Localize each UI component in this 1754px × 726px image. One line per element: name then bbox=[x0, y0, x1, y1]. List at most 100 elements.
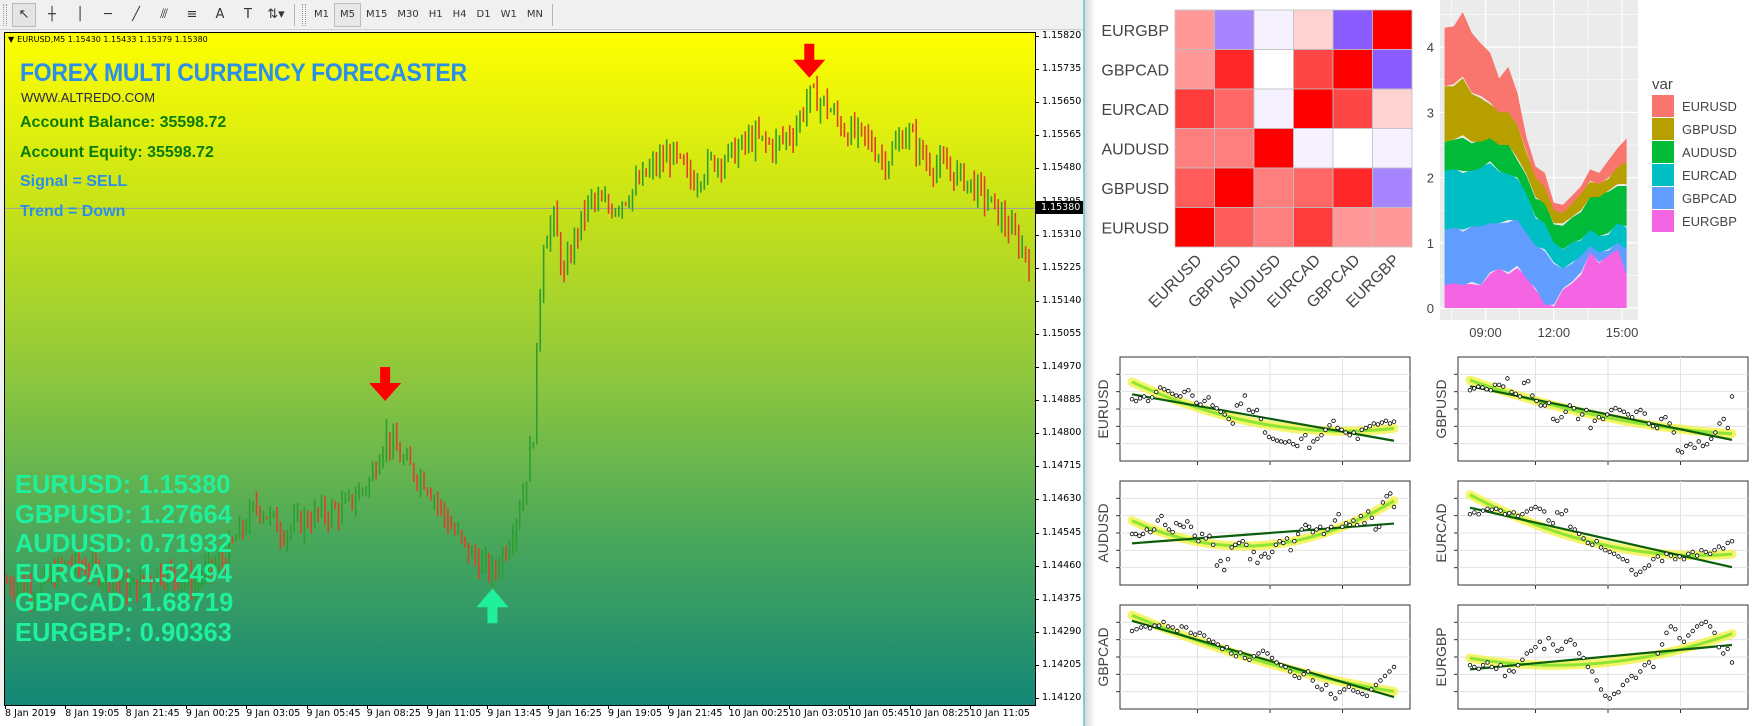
scatter-point bbox=[1472, 664, 1477, 670]
timeframe-w1-button[interactable]: W1 bbox=[496, 3, 522, 27]
scatter-point bbox=[1220, 646, 1225, 652]
scatter-point bbox=[1251, 654, 1257, 659]
vertical-line-tool-button[interactable]: │ bbox=[68, 3, 92, 27]
heatmap-cell bbox=[1174, 88, 1215, 129]
scatter-point bbox=[1174, 520, 1179, 526]
time-tick: 9 Jan 08:25 bbox=[366, 705, 421, 719]
scatter-point bbox=[1281, 540, 1286, 546]
scatter-point bbox=[1144, 527, 1149, 532]
scatter-point bbox=[1133, 531, 1138, 537]
fibonacci-tool-button[interactable]: ≡ bbox=[180, 3, 204, 27]
scatter-point bbox=[1480, 663, 1486, 668]
crosshair-tool-button[interactable]: ┼ bbox=[40, 3, 64, 27]
price-tick: 1.14970 bbox=[1036, 361, 1081, 372]
cursor-arrow-tool-button[interactable]: ↖ bbox=[12, 2, 36, 27]
price-chart[interactable]: ▼ EURUSD,M5 1.15430 1.15433 1.15379 1.15… bbox=[4, 32, 1036, 706]
scatter-point bbox=[1576, 651, 1582, 656]
arrows-menu-tool-button[interactable]: ⇅▾ bbox=[264, 3, 288, 27]
scatter-point bbox=[1287, 669, 1293, 674]
collapse-triangle-icon[interactable]: ▼ bbox=[8, 35, 14, 44]
scatter-point bbox=[1266, 434, 1272, 440]
scatter-point bbox=[1301, 672, 1306, 677]
price-tick-label: 1.14630 bbox=[1042, 493, 1082, 505]
scatter-point bbox=[1659, 642, 1665, 647]
scatter-point bbox=[1270, 549, 1275, 555]
scatter-point bbox=[1214, 563, 1220, 568]
scatter-point bbox=[1229, 545, 1234, 550]
scatter-point bbox=[1633, 675, 1639, 680]
price-tick: 1.14460 bbox=[1036, 560, 1081, 571]
scatter-point bbox=[1360, 691, 1365, 697]
signal-status: Signal = SELL bbox=[20, 173, 128, 190]
scatter-y-label: GBPUSD bbox=[1433, 379, 1449, 438]
timeframe-m30-button[interactable]: M30 bbox=[392, 3, 423, 27]
time-axis[interactable]: 8 Jan 2019 8 Jan 19:05 8 Jan 21:45 9 Jan 00… bbox=[0, 705, 1083, 726]
symbol-ohlc: EURUSD,M5 1.15430 1.15433 1.15379 1.1538… bbox=[17, 35, 208, 44]
scatter-point bbox=[1505, 376, 1510, 381]
scatter-point bbox=[1729, 660, 1735, 665]
rate-gbpusd: GBPUSD: 1.27664 bbox=[15, 500, 232, 529]
time-tick: 9 Jan 21:45 bbox=[668, 705, 723, 719]
scatter-point bbox=[1377, 524, 1382, 529]
scatter-point bbox=[1675, 448, 1681, 453]
scatter-point bbox=[1471, 386, 1477, 391]
scatter-point bbox=[1215, 642, 1221, 647]
scatter-point bbox=[1325, 527, 1330, 532]
scatter-point bbox=[1299, 527, 1304, 532]
scatter-point bbox=[1686, 633, 1691, 638]
scatter-point bbox=[1238, 650, 1243, 655]
scatter-point bbox=[1592, 418, 1597, 423]
equidistant-channel-tool-button[interactable]: ⫻ bbox=[152, 3, 176, 27]
scatter-panel-eurcad: EURCAD bbox=[1433, 480, 1749, 589]
scatter-point bbox=[1242, 393, 1248, 398]
scatter-point bbox=[1384, 493, 1389, 499]
scatter-point bbox=[1178, 394, 1183, 399]
timeframe-m15-button[interactable]: M15 bbox=[361, 3, 392, 27]
scatter-point bbox=[1224, 645, 1230, 650]
scatter-point bbox=[1250, 409, 1256, 414]
scatter-point bbox=[1346, 684, 1352, 689]
scatter-point bbox=[1707, 624, 1713, 629]
trendline-tool-button[interactable]: ╱ bbox=[124, 3, 148, 27]
scatter-point bbox=[1709, 436, 1714, 441]
scatter-point bbox=[1489, 507, 1495, 512]
timeframe-d1-button[interactable]: D1 bbox=[472, 3, 496, 27]
scatter-point bbox=[1520, 511, 1525, 517]
scatter-point bbox=[1134, 627, 1139, 632]
price-tick: 1.14630 bbox=[1036, 493, 1081, 504]
horizontal-line-tool-button[interactable]: ─ bbox=[96, 3, 120, 27]
scatter-point bbox=[1694, 553, 1700, 558]
scatter-point bbox=[1343, 520, 1349, 526]
toolbar-grip[interactable] bbox=[302, 3, 306, 26]
scatter-point bbox=[1511, 669, 1516, 674]
timeframe-mn-button[interactable]: MN bbox=[522, 3, 548, 27]
scatter-point bbox=[1517, 394, 1523, 399]
timeframe-h1-button[interactable]: H1 bbox=[424, 3, 448, 27]
fibonacci-icon: ≡ bbox=[186, 7, 198, 22]
heatmap-cell bbox=[1174, 49, 1215, 90]
legend-label: AUDUSD bbox=[1682, 145, 1737, 160]
heatmap-cell bbox=[1214, 207, 1255, 248]
scatter-point bbox=[1488, 388, 1493, 393]
text-label-tool-button[interactable]: T bbox=[236, 3, 260, 27]
scatter-point bbox=[1546, 636, 1551, 641]
timeframe-m5-button[interactable]: M5 bbox=[334, 2, 361, 27]
price-axis[interactable]: 1.15820 1.15735 1.15650 1.15565 1.15480 1.153… bbox=[1036, 30, 1083, 706]
scatter-point bbox=[1194, 400, 1199, 405]
scatter-point bbox=[1485, 506, 1490, 511]
text-tool-button[interactable]: A bbox=[208, 3, 232, 27]
timeframe-h4-button[interactable]: H4 bbox=[448, 3, 472, 27]
scatter-point bbox=[1546, 518, 1551, 523]
scatter-point bbox=[1686, 551, 1691, 556]
scatter-point bbox=[1188, 524, 1194, 529]
scatter-point bbox=[1699, 621, 1704, 626]
scatter-point bbox=[1133, 398, 1139, 404]
toolbar-grip[interactable] bbox=[3, 3, 7, 26]
scatter-point bbox=[1489, 664, 1495, 670]
legend-swatch bbox=[1652, 187, 1674, 209]
timeframe-m1-button[interactable]: M1 bbox=[309, 3, 334, 27]
heatmap-cell bbox=[1253, 9, 1294, 50]
scatter-point bbox=[1700, 443, 1706, 449]
price-tick-label: 1.14290 bbox=[1042, 625, 1082, 637]
scatter-point bbox=[1533, 645, 1538, 650]
